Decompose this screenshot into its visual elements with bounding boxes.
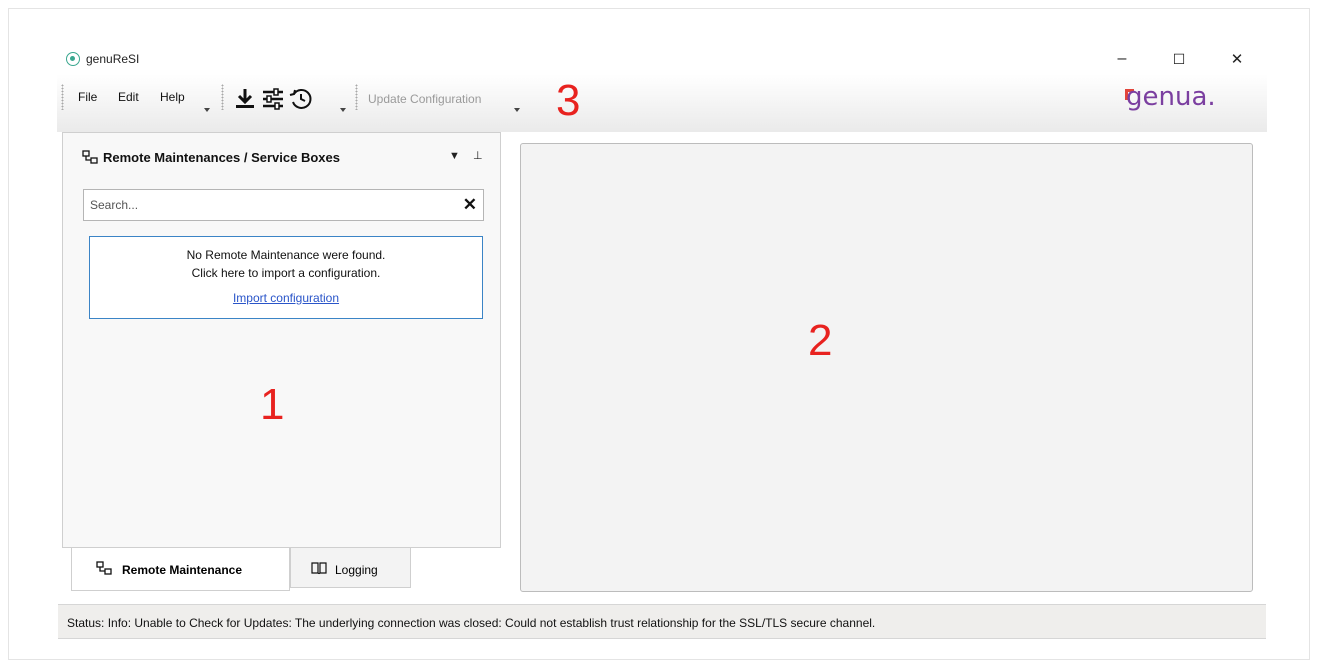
close-button[interactable]: ✕ — [1217, 46, 1257, 72]
book-icon — [311, 562, 327, 575]
settings-sliders-icon[interactable] — [260, 86, 286, 112]
tab-label: Logging — [335, 563, 378, 577]
toolbar-overflow-arrow-icon[interactable] — [340, 108, 346, 112]
import-configuration-link[interactable]: Import configuration — [90, 291, 482, 305]
panel-title: Remote Maintenances / Service Boxes — [103, 150, 340, 165]
content-area: 2 — [520, 143, 1253, 592]
window-title: genuReSI — [86, 52, 140, 66]
update-overflow-arrow-icon[interactable] — [514, 108, 520, 112]
menu-help[interactable]: Help — [160, 90, 185, 104]
search-input[interactable] — [84, 190, 456, 220]
menu-file[interactable]: File — [78, 90, 97, 104]
pin-icon[interactable]: ⊥ — [473, 149, 483, 162]
status-text: Status: Info: Unable to Check for Update… — [67, 616, 876, 630]
toolbar: File Edit Help Update Configuration 3 ge… — [57, 74, 1267, 132]
genua-logo: genua. — [1126, 82, 1216, 112]
panel-menu-dropdown-icon[interactable]: ▼ — [449, 150, 460, 162]
update-grip-handle[interactable] — [355, 84, 358, 110]
network-icon — [82, 150, 98, 164]
update-configuration-button[interactable]: Update Configuration — [368, 92, 481, 106]
history-icon[interactable] — [288, 86, 314, 112]
annotation-marker-2: 2 — [808, 316, 833, 365]
panel-tabs: Remote Maintenance Logging — [62, 548, 501, 592]
app-window: genuReSI – ☐ ✕ File Edit Help Update Con… — [57, 44, 1267, 641]
info-message-line2: Click here to import a configuration. — [191, 266, 381, 280]
toolbar-grip-handle[interactable] — [221, 84, 224, 110]
info-message-line1: No Remote Maintenance were found. — [186, 248, 386, 262]
import-info-box[interactable]: No Remote Maintenance were found. Click … — [89, 236, 483, 319]
minimize-button[interactable]: – — [1102, 46, 1142, 72]
search-box: ✕ — [83, 189, 484, 221]
app-logo-icon — [66, 52, 80, 66]
menu-grip-handle[interactable] — [61, 84, 64, 110]
annotation-marker-3: 3 — [556, 76, 581, 125]
network-icon — [96, 561, 112, 575]
status-bar: Status: Info: Unable to Check for Update… — [58, 604, 1266, 639]
annotation-marker-1: 1 — [260, 380, 285, 429]
tab-logging[interactable]: Logging — [290, 548, 411, 588]
download-icon[interactable] — [232, 86, 258, 112]
title-bar: genuReSI – ☐ ✕ — [57, 44, 1267, 74]
menu-edit[interactable]: Edit — [118, 90, 139, 104]
menu-overflow-arrow-icon[interactable] — [204, 108, 210, 112]
clear-search-icon[interactable]: ✕ — [463, 196, 477, 214]
maximize-button[interactable]: ☐ — [1159, 46, 1199, 72]
tab-remote-maintenance[interactable]: Remote Maintenance — [71, 548, 290, 591]
tab-label: Remote Maintenance — [122, 563, 243, 577]
remote-maintenance-panel: Remote Maintenances / Service Boxes ▼ ⊥ … — [62, 132, 501, 548]
